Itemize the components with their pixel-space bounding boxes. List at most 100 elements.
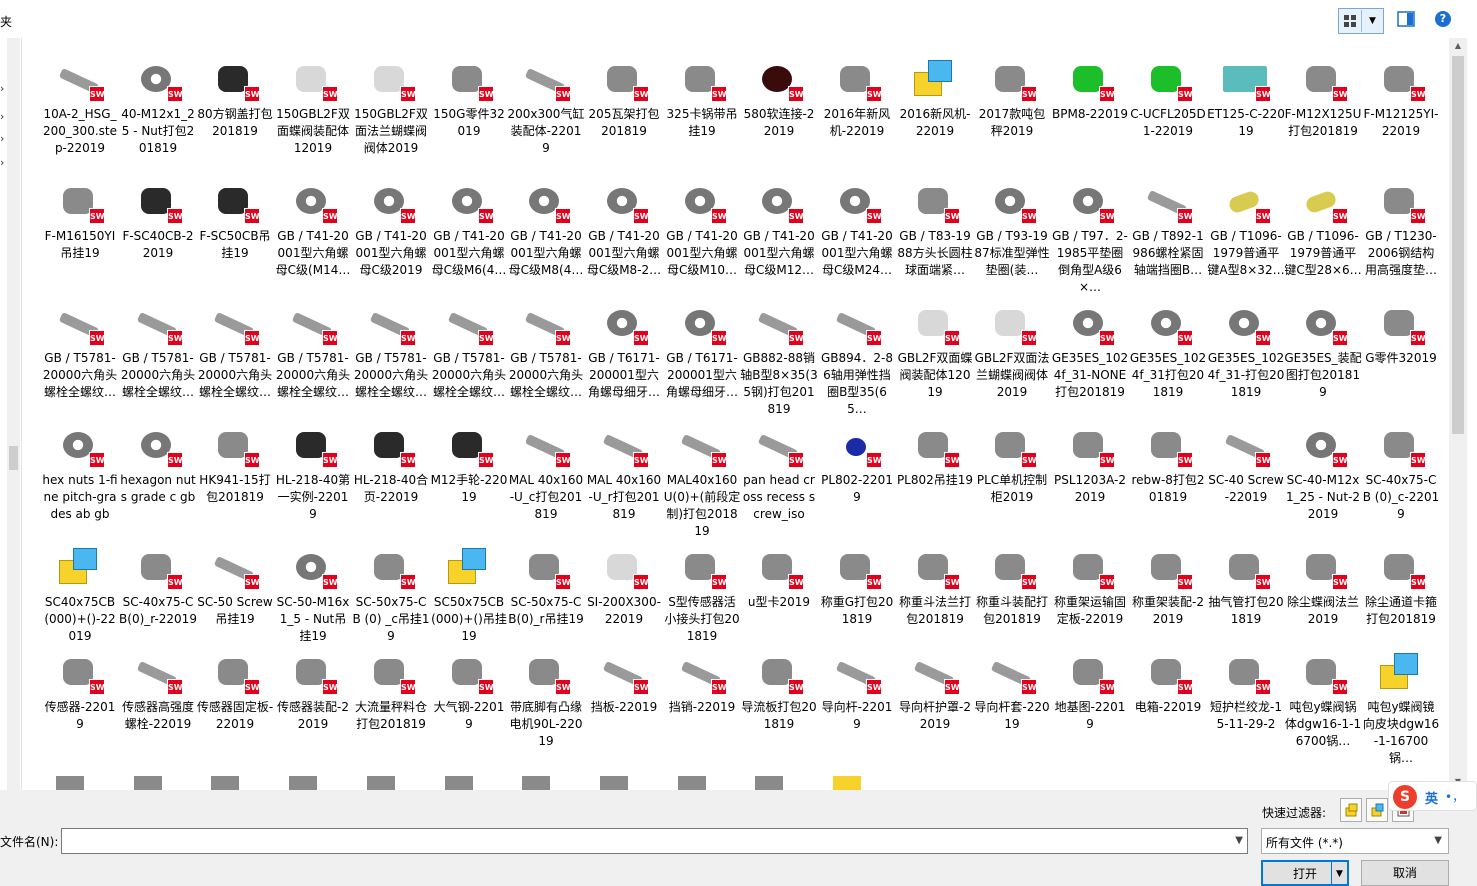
file-item[interactable]: SW pan head cross recess screw_iso: [740, 424, 818, 523]
partial-file-thumbnail[interactable]: [600, 776, 628, 790]
file-item[interactable]: SW GB / T1096-1979普通平键A型8×32…: [1207, 180, 1285, 279]
file-item[interactable]: SW F-M12125YI-22019: [1362, 58, 1440, 140]
expand-arrow-icon[interactable]: ›: [0, 156, 4, 169]
file-item[interactable]: SW u型卡2019: [740, 546, 818, 611]
file-item[interactable]: SW GE35ES_1024f_31打包201819: [1129, 302, 1207, 401]
file-item[interactable]: SW SC-50x75-CB (0) _c吊挂19: [352, 546, 430, 645]
file-item[interactable]: SW GB / T1230-2006钢结构用高强度垫…: [1362, 180, 1440, 279]
file-item[interactable]: SW 挡板-22019: [585, 651, 663, 716]
scrollbar-thumb[interactable]: [1452, 56, 1464, 434]
file-list[interactable]: SW 10A-2_HSG_200_300.step-22019 SW 40-M12x1…: [22, 38, 1449, 790]
chevron-down-icon[interactable]: ▼: [1235, 835, 1243, 846]
file-item[interactable]: SW SC-40x75-CB (0)_c-22019: [1362, 424, 1440, 523]
file-item[interactable]: SW G零件32019: [1362, 302, 1440, 367]
file-item[interactable]: SW MAL 40x160-U_c打包201819: [507, 424, 585, 523]
file-item[interactable]: SW 吨包y蝶阀锅体dgw16-1-16700锅…: [1284, 651, 1362, 750]
file-item[interactable]: SW GB / T5781-20000六角头螺栓全螺纹…: [119, 302, 197, 401]
file-item[interactable]: SC40x75CB(000)+()-22019: [41, 546, 119, 645]
file-list-scrollbar[interactable]: ▲ ▼: [1449, 38, 1467, 790]
file-item[interactable]: SW 150GBL2F双面法兰蝴蝶阀阀体2019: [352, 58, 430, 157]
file-item[interactable]: SW GB882-88销轴B型8×35(35钢)打包201819: [740, 302, 818, 418]
file-item[interactable]: SW rebw-8打包201819: [1129, 424, 1207, 506]
help-icon[interactable]: ?: [1435, 11, 1451, 27]
file-item[interactable]: SW GE35ES_装配图打包201819: [1284, 302, 1362, 401]
file-item[interactable]: SW GB / T41-20001型六角螺母C级M8(4…: [507, 180, 585, 279]
partial-file-thumbnail[interactable]: [211, 776, 239, 790]
file-item[interactable]: SW GB / T83-1988方头长圆柱球面端紧…: [896, 180, 974, 279]
partial-file-thumbnail[interactable]: [367, 776, 395, 790]
file-item[interactable]: SW PL802-22019: [818, 424, 896, 506]
change-view-button[interactable]: ▼: [1338, 8, 1384, 34]
file-item[interactable]: SW ET125-C-22019: [1207, 58, 1285, 140]
file-item[interactable]: SW hex nuts 1-fine pitch-grades ab gb: [41, 424, 119, 523]
filter-parts-button[interactable]: [1340, 798, 1362, 822]
file-item[interactable]: SW F-SC50CB吊挂19: [196, 180, 274, 262]
file-item[interactable]: SW PL802吊挂19: [896, 424, 974, 489]
file-item[interactable]: SW S型传感器活小接头打包201819: [663, 546, 741, 645]
file-item[interactable]: SW 2017款吨包秤2019: [973, 58, 1051, 140]
partial-file-thumbnail[interactable]: [833, 776, 861, 790]
file-item[interactable]: SW 580软连接-22019: [740, 58, 818, 140]
file-item[interactable]: SW GB / T41-20001型六角螺母C级M6(4…: [430, 180, 508, 279]
navigation-scrollbar-thumb[interactable]: [9, 446, 18, 470]
file-item[interactable]: SW 导向杆-22019: [818, 651, 896, 733]
file-item[interactable]: 吨包y蝶阀镜向皮块dgw16-1-16700锅…: [1362, 651, 1440, 767]
partial-file-thumbnail[interactable]: [289, 776, 317, 790]
file-item[interactable]: SW 抽气管打包201819: [1207, 546, 1285, 628]
file-item[interactable]: SW SC-50x75-CB(0)_r吊挂19: [507, 546, 585, 628]
partial-file-thumbnail[interactable]: [678, 776, 706, 790]
filter-assemblies-button[interactable]: [1366, 798, 1388, 822]
file-item[interactable]: SW F-M12X125U打包201819: [1284, 58, 1362, 140]
partial-file-thumbnail[interactable]: [755, 776, 783, 790]
file-item[interactable]: SW GB / T41-20001型六角螺母C级M24…: [818, 180, 896, 279]
file-item[interactable]: SW F-SC40CB-22019: [119, 180, 197, 262]
expand-arrow-icon[interactable]: ›: [0, 110, 4, 123]
expand-arrow-icon[interactable]: ›: [0, 132, 4, 145]
file-item[interactable]: SW M12手轮-22019: [430, 424, 508, 506]
navigation-pane[interactable]: › › › ›: [0, 38, 22, 790]
ime-toolbar[interactable]: S 英 •，: [1388, 781, 1477, 811]
file-item[interactable]: SW 导流板打包201819: [740, 651, 818, 733]
scroll-up-arrow-icon[interactable]: ▲: [1449, 38, 1467, 54]
file-item[interactable]: SW GB / T5781-20000六角头螺栓全螺纹…: [352, 302, 430, 401]
file-item[interactable]: SW 325卡锅带吊挂19: [663, 58, 741, 140]
file-item[interactable]: 2016新风机-22019: [896, 58, 974, 140]
file-item[interactable]: SW 205瓦架打包201819: [585, 58, 663, 140]
file-item[interactable]: SW 150GBL2F双面蝶阀装配体12019: [274, 58, 352, 157]
file-item[interactable]: SW 40-M12x1_25 - Nut打包201819: [119, 58, 197, 157]
sogou-logo-icon[interactable]: S: [1393, 785, 1417, 809]
file-item[interactable]: SW SC-50-M16x1_5 - Nut吊挂19: [274, 546, 352, 645]
file-item[interactable]: SW MAL40x160U(0)+(前段定制)打包201819: [663, 424, 741, 540]
file-item[interactable]: SW PLC单机控制柜2019: [973, 424, 1051, 506]
partial-file-thumbnail[interactable]: [134, 776, 162, 790]
file-item[interactable]: SW 传感器-22019: [41, 651, 119, 733]
file-item[interactable]: SW PSL1203A-22019: [1051, 424, 1129, 506]
file-item[interactable]: SW 称重架装配-22019: [1129, 546, 1207, 628]
file-item[interactable]: SW GB894．2-86轴用弹性挡圈B型35(65…: [818, 302, 896, 418]
file-item[interactable]: SW BPM8-22019: [1051, 58, 1129, 123]
file-item[interactable]: SW C-UCFL205D1-22019: [1129, 58, 1207, 140]
file-item[interactable]: SW MAL 40x160-U_r打包201819: [585, 424, 663, 523]
file-item[interactable]: SW 导向杆套-22019: [973, 651, 1051, 733]
file-item[interactable]: SW GBL2F双面蝶阀装配体12019: [896, 302, 974, 401]
expand-arrow-icon[interactable]: ›: [0, 82, 4, 95]
file-item[interactable]: SW GB / T6171-200001型六角螺母细牙…: [585, 302, 663, 401]
file-item[interactable]: SW 200x300气缸装配体-22019: [507, 58, 585, 157]
file-item[interactable]: SW 电箱-22019: [1129, 651, 1207, 716]
file-item[interactable]: SW GB / T97．2-1985平垫圈倒角型A级6×…: [1051, 180, 1129, 296]
file-item[interactable]: SW GB / T5781-20000六角头螺栓全螺纹…: [507, 302, 585, 401]
file-item[interactable]: SW 称重G打包201819: [818, 546, 896, 628]
file-item[interactable]: SW 大气钢-22019: [430, 651, 508, 733]
partial-file-thumbnail[interactable]: [522, 776, 550, 790]
file-item[interactable]: SW GB / T41-20001型六角螺母C级2019: [352, 180, 430, 279]
chevron-down-icon[interactable]: ▼: [1361, 10, 1383, 32]
cancel-button[interactable]: 取消: [1361, 860, 1449, 886]
file-item[interactable]: SW 2016年新风机-22019: [818, 58, 896, 140]
file-item[interactable]: SW 地基图-22019: [1051, 651, 1129, 733]
file-item[interactable]: SW 传感器装配-22019: [274, 651, 352, 733]
navigation-scrollbar[interactable]: [7, 38, 20, 790]
file-item[interactable]: SW SC-40 Screw-22019: [1207, 424, 1285, 506]
file-item[interactable]: SW 称重斗装配打包201819: [973, 546, 1051, 628]
ime-language-toggle[interactable]: 英: [1425, 788, 1438, 807]
file-item[interactable]: SW 称重架运输固定板-22019: [1051, 546, 1129, 628]
